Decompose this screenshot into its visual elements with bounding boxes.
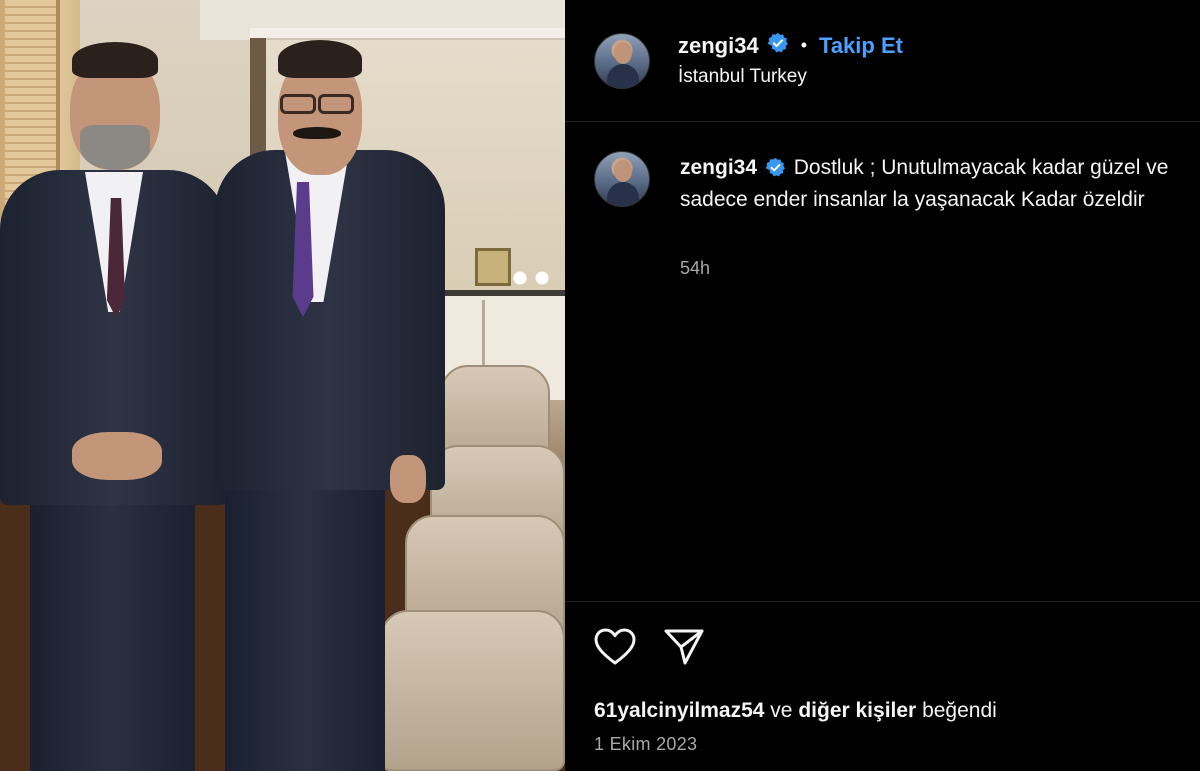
photo-picture-frame: [475, 248, 511, 286]
verified-badge-icon: [765, 153, 786, 184]
paper-plane-icon: [664, 629, 704, 665]
photo-cups: [512, 268, 560, 288]
likes-summary: 61yalcinyilmaz54 ve diğer kişiler beğend…: [594, 699, 997, 723]
actions-divider: [565, 601, 1200, 602]
author-username[interactable]: zengi34: [678, 33, 759, 59]
photo-chair: [380, 610, 565, 771]
author-avatar[interactable]: [594, 33, 650, 89]
header-divider: [565, 121, 1200, 122]
post-caption: zengi34 Dostluk ; Unutulmayacak kadar gü…: [680, 152, 1190, 215]
post-photo[interactable]: [0, 0, 565, 771]
like-button[interactable]: [593, 627, 637, 667]
photo-ceiling-trim: [250, 28, 565, 40]
caption-author-avatar[interactable]: [594, 151, 650, 207]
follow-button[interactable]: Takip Et: [819, 33, 903, 59]
post-date: 1 Ekim 2023: [594, 734, 698, 754]
post-details-panel: [565, 0, 1200, 771]
liker-username[interactable]: 61yalcinyilmaz54: [594, 699, 764, 722]
post-location[interactable]: İstanbul Turkey: [678, 66, 807, 88]
likes-others-link[interactable]: diğer kişiler: [798, 699, 916, 722]
caption-timestamp[interactable]: 54h: [680, 258, 710, 279]
caption-author-username[interactable]: zengi34: [680, 156, 757, 179]
post-header: zengi34 • Takip Et: [678, 32, 903, 59]
heart-icon: [594, 628, 636, 665]
likes-connector: ve: [770, 699, 793, 722]
likes-suffix: beğendi: [922, 699, 997, 722]
header-separator: •: [800, 35, 808, 55]
share-button[interactable]: [662, 627, 706, 667]
verified-badge-icon: [767, 32, 789, 59]
